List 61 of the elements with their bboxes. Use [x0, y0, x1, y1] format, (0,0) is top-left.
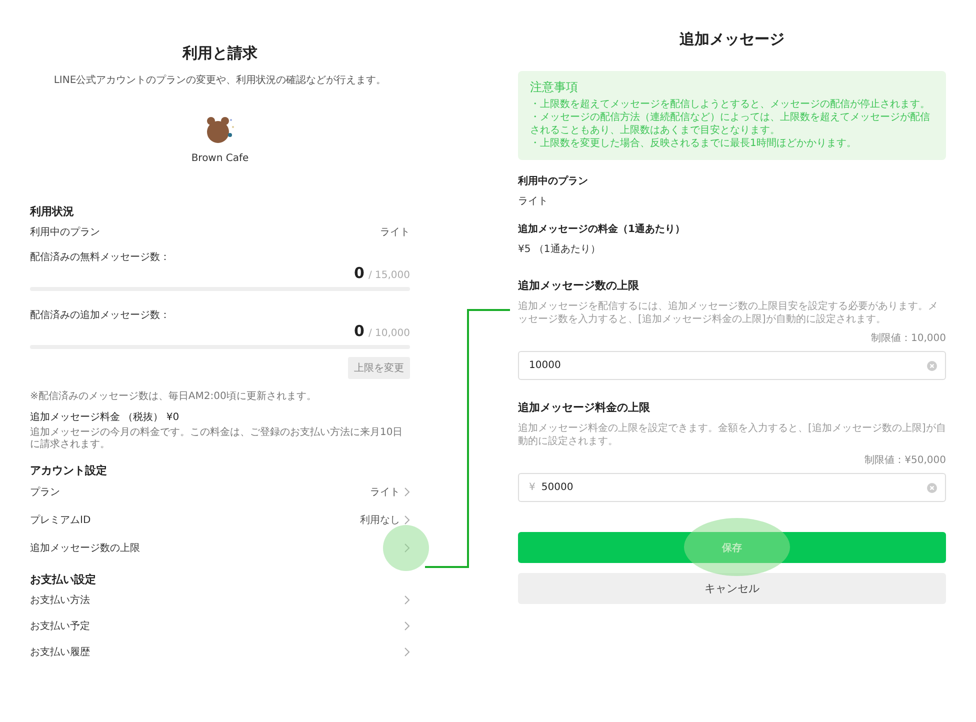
meter-limit: / 15,000 — [368, 270, 410, 281]
limit-heading: 追加メッセージ数の上限 — [518, 278, 640, 293]
field-input[interactable]: 10000 — [529, 360, 921, 371]
chevron-icon — [404, 515, 410, 525]
page-subtitle: LINE公式アカウントのプランの変更や、利用状況の確認などが行えます。 — [52, 74, 388, 87]
info-label: 追加メッセージの料金（1通あたり） — [518, 222, 686, 236]
info-label: 利用中のプラン — [518, 174, 589, 188]
meter-label: 配信済みの追加メッセージ数： — [30, 310, 170, 321]
limit-description: 追加メッセージ料金の上限を設定できます。金額を入力すると、[追加メッセージ数の上限]が自動的に設定されます。 — [518, 423, 946, 448]
chevron-icon — [404, 621, 410, 631]
input-field[interactable]: 10000 — [518, 351, 946, 380]
currency-prefix: ¥ — [529, 482, 536, 493]
limit-max: 制限値：10,000 — [870, 332, 946, 345]
settings-row[interactable]: プレミアムID 利用なし — [30, 506, 410, 534]
limit-max: 制限値：¥50,000 — [864, 454, 946, 467]
panel-title: 追加メッセージ — [678, 30, 786, 49]
chevron-icon — [404, 487, 410, 497]
cancel-button[interactable]: キャンセル — [518, 573, 946, 604]
plan-label: 利用中のプラン — [30, 226, 100, 239]
chevron-icon — [404, 647, 410, 657]
field-input[interactable]: 50000 — [541, 482, 921, 493]
avatar-icon — [205, 115, 235, 145]
settings-row[interactable]: お支払い方法 — [30, 587, 410, 613]
fee-label: 追加メッセージ料金 （税抜） ¥0 — [30, 410, 180, 424]
info-value: ¥5 （1通あたり） — [518, 242, 602, 256]
section-heading: アカウント設定 — [30, 463, 108, 478]
meter-count: 0 — [354, 264, 364, 282]
notice-line: ・メッセージの配信方法（連続配信など）によっては、上限数を超えてメッセージが配信されることもあり、上限数はあくまで目安となります。 — [530, 111, 931, 137]
update-note: ※配信済みのメッセージ数は、毎日AM2:00頃に更新されます。 — [30, 390, 318, 403]
account-name: Brown Cafe — [190, 153, 250, 164]
page-title: 利用と請求 — [181, 44, 258, 63]
row-label: お支払い履歴 — [30, 646, 90, 659]
chevron-icon — [404, 543, 410, 553]
limit-heading: 追加メッセージ料金の上限 — [518, 400, 651, 415]
row-label: プレミアムID — [30, 514, 91, 527]
clear-icon[interactable] — [927, 360, 937, 370]
settings-row[interactable]: お支払い予定 — [30, 613, 410, 639]
info-value: ライト — [518, 195, 549, 208]
row-label: プラン — [30, 486, 60, 499]
settings-row[interactable]: プラン ライト — [30, 478, 410, 506]
chevron-icon — [404, 595, 410, 605]
row-label: 追加メッセージ数の上限 — [30, 542, 140, 555]
meter-limit: / 10,000 — [368, 328, 410, 339]
notice-line: ・上限数を超えてメッセージを配信しようとすると、メッセージの配信が停止されます。 — [530, 98, 931, 111]
notice-line: ・上限数を変更した場合、反映されるまでに最長1時間ほどかかります。 — [530, 137, 858, 150]
notice-heading: 注意事項 — [530, 79, 579, 96]
plan-value: ライト — [380, 226, 410, 239]
section-heading: 利用状況 — [30, 204, 75, 219]
row-value: ライト — [370, 486, 400, 499]
limit-description: 追加メッセージを配信するには、追加メッセージ数の上限目安を設定する必要があります。メッセージ数を入力すると、[追加メッセージ料金の上限]が自動的に設定されます。 — [518, 301, 939, 326]
clear-icon[interactable] — [927, 482, 937, 492]
fee-note: 追加メッセージの今月の料金です。この料金は、ご登録のお支払い方法に来月10日に請求されます。 — [30, 427, 404, 451]
meter-count: 0 — [354, 322, 364, 340]
row-value: 利用なし — [360, 514, 400, 527]
row-label: お支払い方法 — [30, 594, 90, 607]
input-field[interactable]: ¥ 50000 — [518, 473, 946, 502]
settings-row[interactable]: 追加メッセージ数の上限 — [30, 534, 410, 562]
settings-row[interactable]: お支払い履歴 — [30, 639, 410, 665]
row-label: お支払い予定 — [30, 620, 90, 633]
meter-label: 配信済みの無料メッセージ数： — [30, 252, 170, 263]
section-heading: お支払い設定 — [30, 572, 97, 587]
